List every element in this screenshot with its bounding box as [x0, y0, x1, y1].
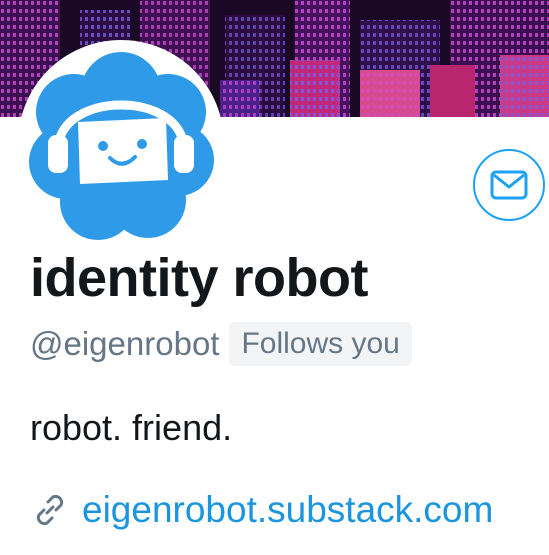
bio: robot. friend.	[30, 407, 233, 448]
website-link[interactable]: eigenrobot.substack.com	[82, 489, 493, 531]
robot-avatar-image	[29, 52, 214, 240]
website-row[interactable]: eigenrobot.substack.com	[30, 489, 493, 531]
handle: @eigenrobot	[30, 325, 220, 362]
profile-avatar[interactable]	[18, 40, 224, 246]
display-name: identity robot	[30, 248, 368, 308]
envelope-icon	[490, 170, 528, 200]
handle-row: @eigenrobot Follows you	[30, 322, 412, 366]
follows-you-badge: Follows you	[229, 322, 412, 366]
link-icon	[36, 494, 64, 526]
message-button[interactable]	[473, 149, 545, 221]
